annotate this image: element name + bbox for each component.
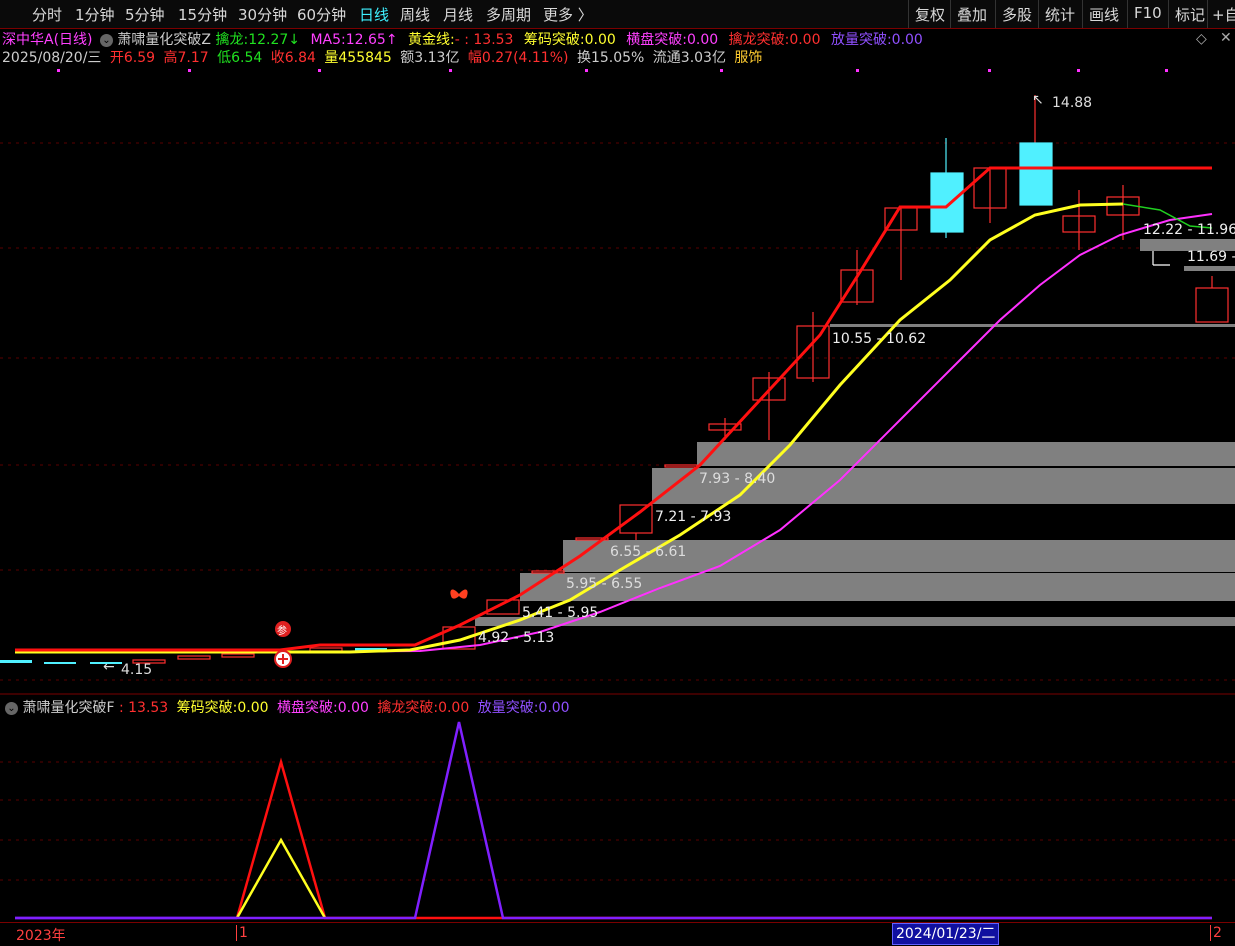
sub-yellow-line [235, 837, 327, 919]
plus-marker-icon[interactable] [274, 650, 292, 668]
candle [1195, 287, 1229, 323]
cursor-date-label: 2024/01/23/二 [892, 923, 1000, 945]
sub-gold-value: : 13.53 [118, 700, 169, 716]
axis-mark: 2 [1210, 925, 1222, 941]
high-mark: 14.88 [1052, 95, 1092, 111]
low-arrow-icon: ← [103, 659, 115, 675]
svg-text:参: 参 [277, 624, 287, 637]
sub-chip-label: 筹码突破: [176, 700, 238, 716]
low-mark: 4.15 [121, 662, 152, 678]
sub-settings-icon[interactable]: ⌄ [5, 701, 18, 715]
period-dots [57, 69, 1168, 72]
candle [930, 172, 964, 233]
sub-qinlong-value: 0.00 [438, 700, 470, 716]
sub-hengpan-value: 0.00 [337, 700, 369, 716]
band-label: 6.55 - 6.61 [610, 544, 686, 560]
grid [0, 142, 1235, 881]
band-label: 12.22 - 11.96 [1143, 222, 1235, 238]
signal-marker-icon[interactable]: 参 [275, 621, 291, 637]
sub-purple-line [15, 721, 1212, 920]
candle [0, 660, 32, 663]
band-label: 10.55 - 10.62 [832, 331, 926, 347]
band-bar [1184, 266, 1235, 271]
candle [177, 655, 211, 660]
band-bar [830, 324, 1235, 327]
band-label: 5.95 - 6.55 [566, 576, 642, 592]
sub-chip-value: 0.00 [237, 700, 269, 716]
kline-chart[interactable]: 14.88 ↖ 4.15 ← 12.22 - 11.96 11.69 - 10.… [0, 0, 1235, 945]
band-label: 7.21 - 7.93 [655, 509, 731, 525]
sub-volume-label: 放量突破: [477, 700, 539, 716]
sub-volume-value: 0.00 [538, 700, 570, 716]
candle [1019, 142, 1053, 206]
band-label: 7.93 - 8.40 [699, 471, 775, 487]
band-label: 4.92 - 5.13 [478, 630, 554, 646]
sub-indicator-name[interactable]: 萧啸量化突破F [22, 700, 114, 716]
candle [221, 653, 255, 658]
sub-indicator-header: ⌄ 萧啸量化突破F : 13.53 筹码突破:0.00 横盘突破:0.00 擒龙… [2, 697, 570, 717]
candle [44, 662, 76, 664]
year-label: 2023年 [16, 928, 66, 944]
band-label: 5.41 - 5.95 [522, 605, 598, 621]
sub-qinlong-label: 擒龙突破: [377, 700, 439, 716]
candle [664, 464, 698, 468]
candle [619, 504, 653, 534]
band-label: 11.69 - [1187, 249, 1235, 265]
time-axis: 2023年 1 2 [0, 922, 1235, 946]
sub-hengpan-label: 横盘突破: [277, 700, 338, 716]
band-bar [697, 442, 1235, 466]
high-arrow-icon: ↖ [1032, 92, 1044, 108]
axis-mark: 1 [236, 925, 248, 941]
butterfly-icon[interactable] [450, 589, 468, 599]
chip-bands [475, 239, 1235, 626]
